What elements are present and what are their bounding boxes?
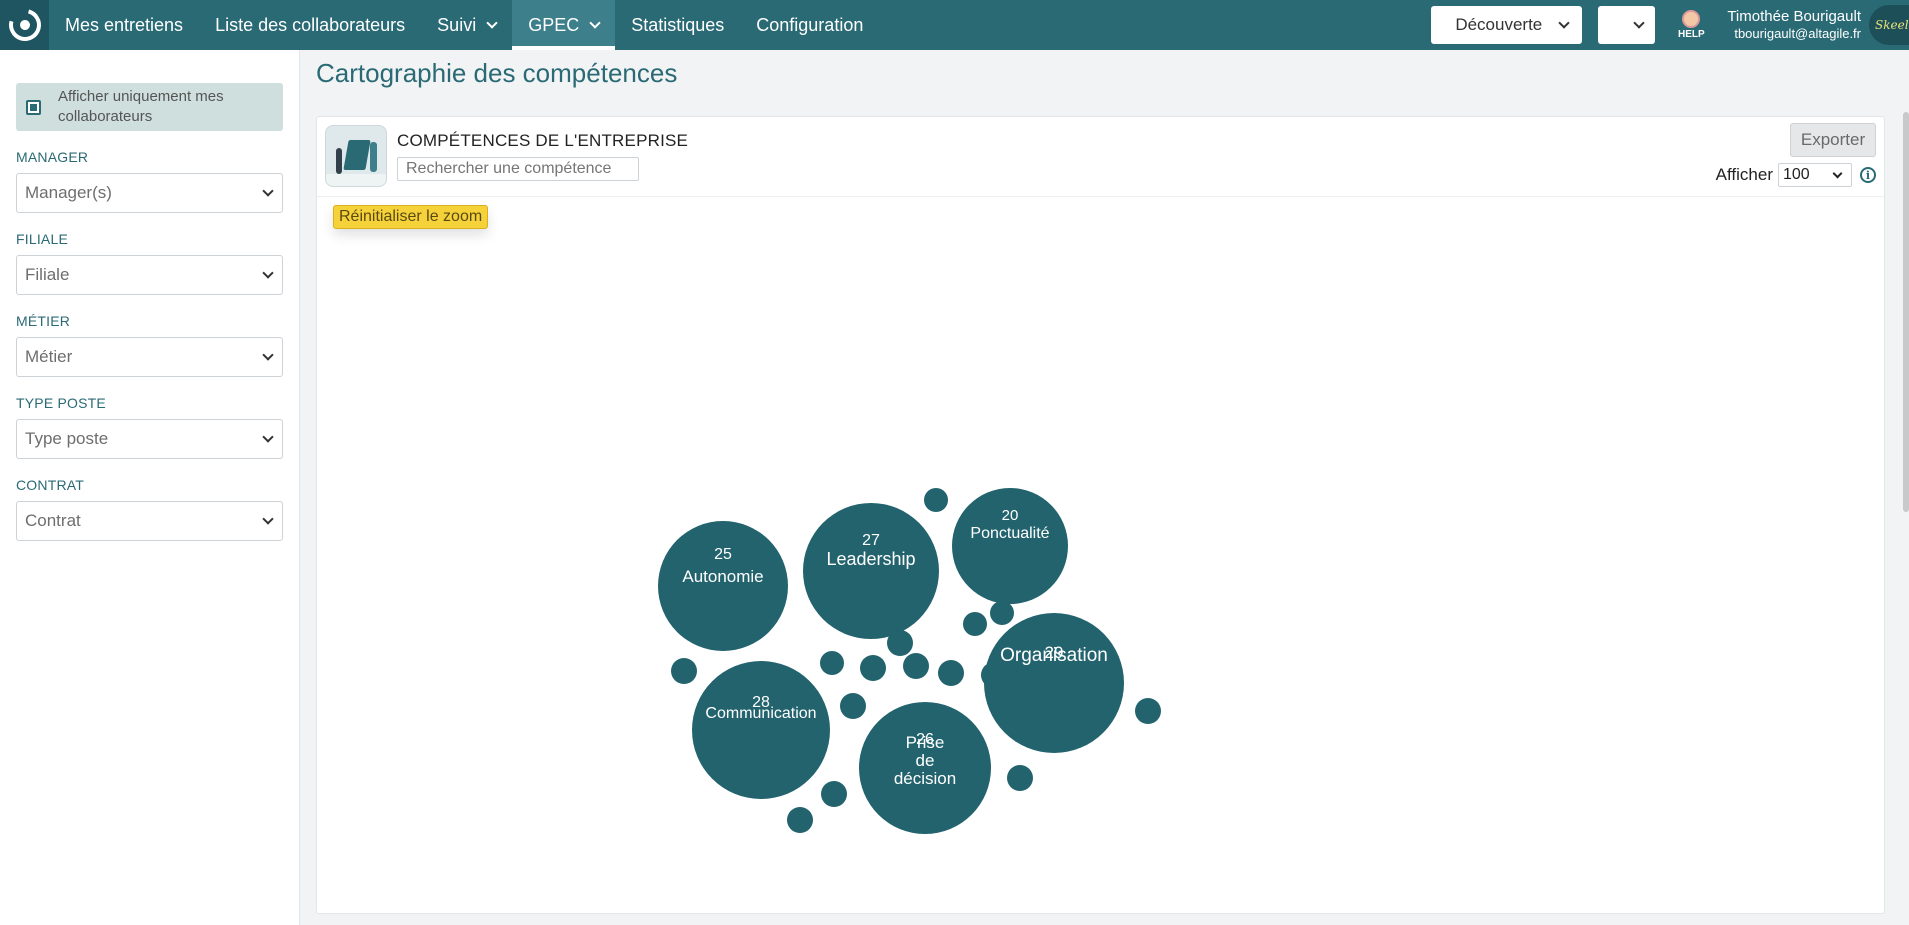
show-count-select[interactable]: 100 <box>1778 163 1852 187</box>
filter-label-type-poste: TYPE POSTE <box>16 395 106 411</box>
skill-bubble-circle[interactable] <box>984 613 1124 753</box>
small-skill-bubble[interactable] <box>820 651 844 675</box>
avatar[interactable]: Skeel <box>1869 5 1909 45</box>
small-skill-bubble[interactable] <box>1135 698 1161 724</box>
small-skill-bubble[interactable] <box>821 781 847 807</box>
card-title: COMPÉTENCES DE L'ENTREPRISE <box>397 131 689 150</box>
help-avatar-icon <box>1682 10 1701 28</box>
filters-sidebar: Afficher uniquement mes collaborateurs M… <box>0 50 300 925</box>
export-button[interactable]: Exporter <box>1790 123 1876 157</box>
skill-bubble-label: Organisation <box>1000 645 1108 666</box>
nav-suivi[interactable]: Suivi <box>421 0 512 50</box>
skill-bubble[interactable]: 28Communication <box>692 661 830 799</box>
skill-bubble-value: 20 <box>1002 507 1019 524</box>
skill-bubble-label: décision <box>894 769 956 788</box>
nav-gpec[interactable]: GPEC <box>512 0 616 50</box>
filter-label-metier: MÉTIER <box>16 313 71 329</box>
contrat-select[interactable]: Contrat <box>16 501 283 541</box>
skill-bubble-circle[interactable] <box>658 521 788 651</box>
chevron-down-icon <box>589 16 601 29</box>
chevron-down-icon <box>1832 168 1843 178</box>
small-skill-bubble[interactable] <box>1007 765 1033 791</box>
card-header: COMPÉTENCES DE L'ENTREPRISE Exporter Aff… <box>317 117 1884 197</box>
chevron-down-icon <box>1633 16 1645 29</box>
small-skill-bubble[interactable] <box>990 601 1014 625</box>
small-skill-bubble[interactable] <box>924 488 948 512</box>
small-skill-bubble[interactable] <box>787 807 813 833</box>
filter-label-contrat: CONTRAT <box>16 477 85 493</box>
filter-label-filiale: FILIALE <box>16 231 68 247</box>
user-email: tbourigault@altagile.fr <box>1734 26 1861 42</box>
chevron-down-icon <box>262 512 274 525</box>
manager-select[interactable]: Manager(s) <box>16 173 283 213</box>
chevron-down-icon <box>262 184 274 197</box>
user-name: Timothée Bourigault <box>1727 7 1861 25</box>
show-count-control: Afficher 100 i <box>1716 163 1876 187</box>
skill-bubble-label: Communication <box>705 705 816 722</box>
filiale-select[interactable]: Filiale <box>16 255 283 295</box>
skill-bubble[interactable]: 27Leadership <box>803 503 939 639</box>
skill-bubble-circle[interactable] <box>803 503 939 639</box>
info-icon[interactable]: i <box>1860 167 1876 183</box>
skill-bubble[interactable]: 25 Autonomie <box>658 521 788 651</box>
secondary-select[interactable] <box>1598 6 1656 44</box>
skill-bubble-label: Ponctualité <box>970 525 1049 542</box>
skill-bubble[interactable]: 26Prisededécision <box>859 702 991 834</box>
skill-bubble-label: de <box>916 751 935 770</box>
skills-bubble-chart[interactable]: 29Organisation 28Communication 27Leadershi… <box>317 197 1884 913</box>
small-skill-bubble[interactable] <box>903 653 929 679</box>
chevron-down-icon <box>1558 16 1570 29</box>
page-scrollbar[interactable] <box>1903 112 1909 512</box>
filter-label-manager: MANAGER <box>16 149 89 165</box>
app-logo-icon[interactable] <box>0 0 49 50</box>
skill-bubble-circle[interactable] <box>692 661 830 799</box>
main-nav: Mes entretiens Liste des collaborateurs … <box>49 0 879 50</box>
small-skill-bubble[interactable] <box>840 693 866 719</box>
nav-statistiques[interactable]: Statistiques <box>615 0 740 50</box>
illustration-image <box>325 125 387 187</box>
skill-bubble-label: Prise <box>906 733 945 752</box>
nav-configuration[interactable]: Configuration <box>740 0 879 50</box>
skill-bubble[interactable]: 20Ponctualité <box>952 488 1068 604</box>
small-skill-bubble[interactable] <box>860 655 886 681</box>
chevron-down-icon <box>486 16 498 29</box>
small-skill-bubble[interactable] <box>887 630 913 656</box>
metier-select[interactable]: Métier <box>16 337 283 377</box>
only-mine-label: Afficher uniquement mes collaborateurs <box>58 88 224 125</box>
small-skill-bubble[interactable] <box>671 658 697 684</box>
skill-bubble-value: 27 <box>862 532 880 549</box>
skill-bubble-label: Autonomie <box>682 567 763 586</box>
top-right-area: Découverte HELP Timothée Bourigault tbou… <box>1431 0 1909 50</box>
skill-bubble-circle[interactable] <box>952 488 1068 604</box>
skill-bubble-label: Leadership <box>826 549 915 569</box>
nav-mes-entretiens[interactable]: Mes entretiens <box>49 0 199 50</box>
user-info[interactable]: Timothée Bourigault tbourigault@altagile… <box>1727 8 1861 43</box>
chevron-down-icon <box>262 266 274 279</box>
skills-card: COMPÉTENCES DE L'ENTREPRISE Exporter Aff… <box>316 116 1885 914</box>
small-skill-bubble[interactable] <box>981 662 1007 688</box>
only-mine-toggle[interactable]: Afficher uniquement mes collaborateurs <box>16 83 283 131</box>
small-skill-bubble[interactable] <box>963 612 987 636</box>
mode-select[interactable]: Découverte <box>1431 6 1583 44</box>
top-navbar: Mes entretiens Liste des collaborateurs … <box>0 0 1909 50</box>
nav-liste-collaborateurs[interactable]: Liste des collaborateurs <box>199 0 421 50</box>
show-label: Afficher <box>1715 165 1773 184</box>
skill-bubble-value: 25 <box>714 546 732 563</box>
skill-bubble[interactable]: 29Organisation <box>984 613 1124 753</box>
chevron-down-icon <box>262 348 274 361</box>
page-title: Cartographie des compétences <box>316 58 678 88</box>
only-mine-checkbox[interactable] <box>26 99 41 115</box>
small-skill-bubble[interactable] <box>938 660 964 686</box>
chevron-down-icon <box>262 430 274 443</box>
type-poste-select[interactable]: Type poste <box>16 419 283 459</box>
help-button[interactable]: HELP <box>1669 3 1713 47</box>
skill-search-input[interactable] <box>397 157 639 181</box>
